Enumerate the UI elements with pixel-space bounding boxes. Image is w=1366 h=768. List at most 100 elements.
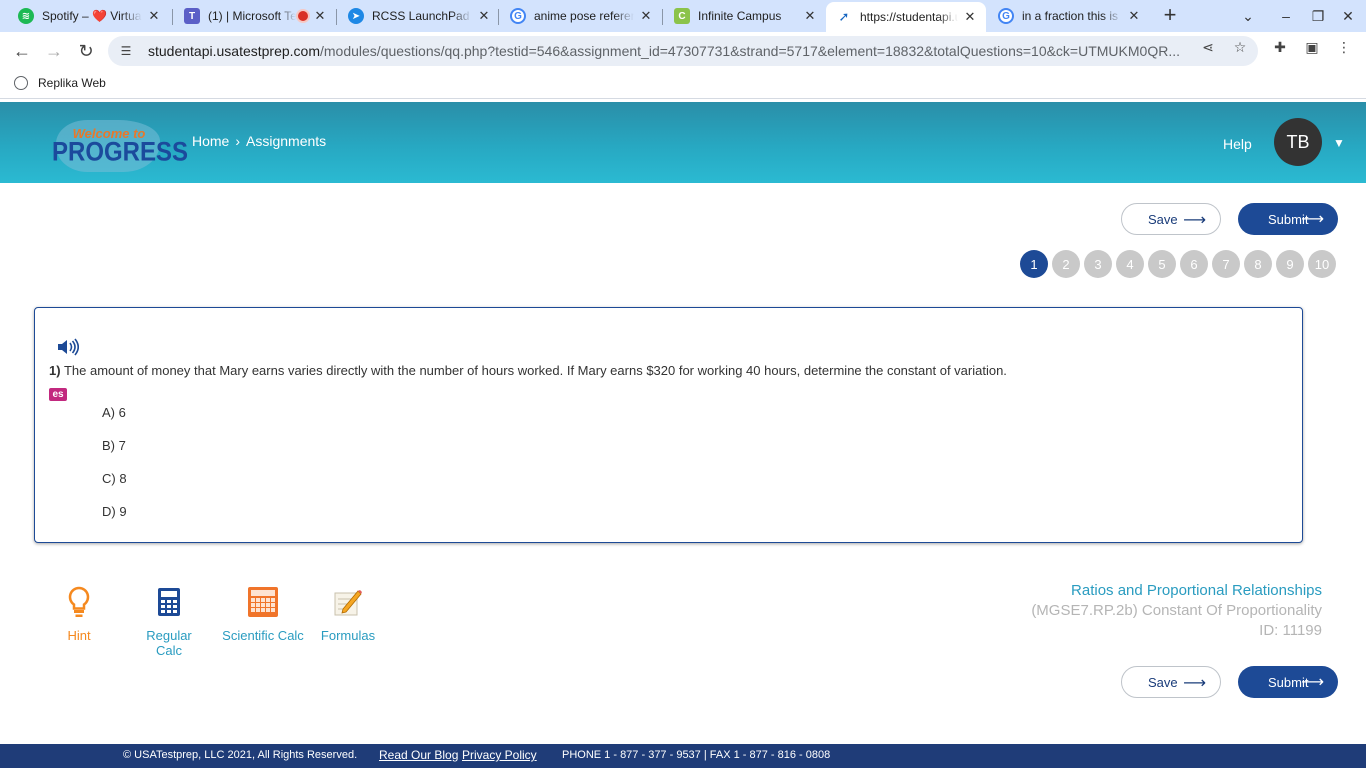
url-host: studentapi.usatestprep.com <box>148 43 320 59</box>
tab-title: (1) | Microsoft Teams <box>208 9 296 23</box>
question-nav-5[interactable]: 5 <box>1148 250 1176 278</box>
question-navigator: 1 2 3 4 5 6 7 8 9 10 <box>1020 250 1336 278</box>
cursor-icon: ➚ <box>836 9 852 25</box>
bookmarks-bar: Replika Web <box>0 70 1366 99</box>
tab-rcss-launchpad[interactable]: ➤ RCSS LaunchPad ✕ <box>338 0 500 32</box>
submit-button-top[interactable]: Submit ⟶ <box>1238 203 1338 235</box>
answer-choice-b[interactable]: B) 7 <box>102 438 126 453</box>
save-button-bottom[interactable]: Save ⟶ <box>1121 666 1221 698</box>
answer-choice-a[interactable]: A) 6 <box>102 405 126 420</box>
standard-code: (MGSE7.RP.2b) Constant Of Proportionalit… <box>1031 602 1322 619</box>
logo-progress-text: PROGRESS <box>52 137 189 168</box>
url-text: studentapi.usatestprep.com/modules/quest… <box>148 43 1193 59</box>
tab-anime-pose[interactable]: G anime pose reference ✕ <box>500 0 662 32</box>
tab-fraction-search[interactable]: G in a fraction this is ✕ <box>988 0 1150 32</box>
standard-domain: Ratios and Proportional Relationships <box>1071 582 1322 599</box>
arrow-right-icon: ⟶ <box>1183 675 1206 692</box>
avatar[interactable]: TB <box>1274 118 1322 166</box>
tab-separator <box>662 9 663 25</box>
regular-calc-tool[interactable]: Regular Calc <box>132 586 206 658</box>
tab-close-icon[interactable]: ✕ <box>962 9 978 25</box>
formulas-tool[interactable]: Formulas <box>320 586 376 643</box>
tab-title: Infinite Campus <box>698 9 782 23</box>
browser-tab-strip: ≋ Spotify – ❤️ Virtual ✕ T (1) | Microso… <box>0 0 1366 32</box>
new-tab-button[interactable]: + <box>1158 4 1182 28</box>
campus-icon: C <box>674 8 690 24</box>
tab-separator <box>336 9 337 25</box>
question-text: 1) The amount of money that Mary earns v… <box>49 363 1007 378</box>
tab-title: https://studentapi.usatestprep.com <box>860 10 958 24</box>
question-nav-9[interactable]: 9 <box>1276 250 1304 278</box>
hint-tool[interactable]: Hint <box>58 586 100 643</box>
question-nav-4[interactable]: 4 <box>1116 250 1144 278</box>
reload-icon[interactable]: ↻ <box>74 39 98 63</box>
bookmark-star-icon[interactable]: ☆ <box>1232 39 1248 55</box>
save-label: Save <box>1148 674 1178 690</box>
privacy-policy-link[interactable]: Privacy Policy <box>462 748 537 762</box>
pencil-notepad-icon <box>320 586 376 618</box>
tool-label: Regular Calc <box>146 628 192 658</box>
back-icon[interactable]: ← <box>10 39 34 63</box>
tab-title: Spotify – ❤️ Virtual <box>42 9 142 23</box>
question-id: ID: 11199 <box>1259 622 1322 639</box>
tab-close-icon[interactable]: ✕ <box>1126 8 1142 24</box>
restore-icon[interactable]: ❐ <box>1308 6 1328 26</box>
save-button-top[interactable]: Save ⟶ <box>1121 203 1221 235</box>
tab-microsoft-teams[interactable]: T (1) | Microsoft Teams ✕ <box>174 0 336 32</box>
side-panel-icon[interactable]: ▣ <box>1304 39 1320 55</box>
globe-icon <box>14 76 28 90</box>
tab-close-icon[interactable]: ✕ <box>312 8 328 24</box>
address-bar[interactable]: ☰ studentapi.usatestprep.com/modules/que… <box>108 36 1258 66</box>
speaker-icon[interactable] <box>57 338 79 356</box>
tab-close-icon[interactable]: ✕ <box>476 8 492 24</box>
tab-infinite-campus[interactable]: C Infinite Campus ✕ <box>664 0 826 32</box>
tab-title: in a fraction this is <box>1022 9 1119 23</box>
tab-usatestprep[interactable]: ➚ https://studentapi.usatestprep.com ✕ <box>826 2 986 32</box>
standard-info: Ratios and Proportional Relationships (M… <box>1031 581 1322 641</box>
bookmark-replika[interactable]: Replika Web <box>14 76 106 90</box>
tab-search-chevron-icon[interactable]: ⌄ <box>1238 6 1258 26</box>
breadcrumb-home[interactable]: Home <box>192 133 229 149</box>
arrow-right-icon: ⟶ <box>1183 212 1206 229</box>
question-nav-2[interactable]: 2 <box>1052 250 1080 278</box>
tab-title: anime pose reference <box>534 9 634 23</box>
spanish-translate-icon[interactable]: es <box>49 388 67 401</box>
close-window-icon[interactable]: ✕ <box>1338 6 1358 26</box>
tab-close-icon[interactable]: ✕ <box>146 8 162 24</box>
breadcrumb-assignments[interactable]: Assignments <box>246 133 326 149</box>
tab-spotify[interactable]: ≋ Spotify – ❤️ Virtual ✕ <box>8 0 170 32</box>
lightbulb-icon <box>58 586 100 618</box>
menu-kebab-icon[interactable]: ⋮ <box>1336 39 1352 55</box>
progress-logo[interactable]: Welcome to PROGRESS <box>52 118 189 176</box>
question-nav-8[interactable]: 8 <box>1244 250 1272 278</box>
breadcrumb: Home › Assignments <box>192 133 326 149</box>
minimize-icon[interactable]: – <box>1276 6 1296 26</box>
blog-link[interactable]: Read Our Blog <box>379 748 458 762</box>
question-nav-6[interactable]: 6 <box>1180 250 1208 278</box>
question-nav-10[interactable]: 10 <box>1308 250 1336 278</box>
tab-close-icon[interactable]: ✕ <box>802 8 818 24</box>
scientific-calc-tool[interactable]: Scientific Calc <box>222 586 304 643</box>
question-nav-1[interactable]: 1 <box>1020 250 1048 278</box>
forward-icon[interactable]: → <box>42 39 66 63</box>
question-nav-3[interactable]: 3 <box>1084 250 1112 278</box>
google-icon: G <box>510 8 526 24</box>
copyright-text: © USATestprep, LLC 2021, All Rights Rese… <box>123 749 358 761</box>
tab-close-icon[interactable]: ✕ <box>638 8 654 24</box>
share-icon[interactable]: ⋖ <box>1200 39 1216 55</box>
site-footer: © USATestprep, LLC 2021, All Rights Rese… <box>0 744 1366 768</box>
help-link[interactable]: Help <box>1223 136 1252 152</box>
spotify-icon: ≋ <box>18 8 34 24</box>
extensions-puzzle-icon[interactable]: ✚ <box>1272 39 1288 55</box>
submit-button-bottom[interactable]: Submit ⟶ <box>1238 666 1338 698</box>
tool-label: Scientific Calc <box>222 628 304 643</box>
answer-choice-d[interactable]: D) 9 <box>102 504 127 519</box>
chevron-down-icon[interactable]: ▼ <box>1333 136 1345 150</box>
tool-label: Formulas <box>320 628 376 643</box>
site-info-icon[interactable]: ☰ <box>118 44 134 58</box>
answer-choice-c[interactable]: C) 8 <box>102 471 127 486</box>
tab-separator <box>498 9 499 25</box>
question-nav-7[interactable]: 7 <box>1212 250 1240 278</box>
tool-label: Hint <box>67 628 91 643</box>
question-stem: The amount of money that Mary earns vari… <box>63 363 1007 378</box>
